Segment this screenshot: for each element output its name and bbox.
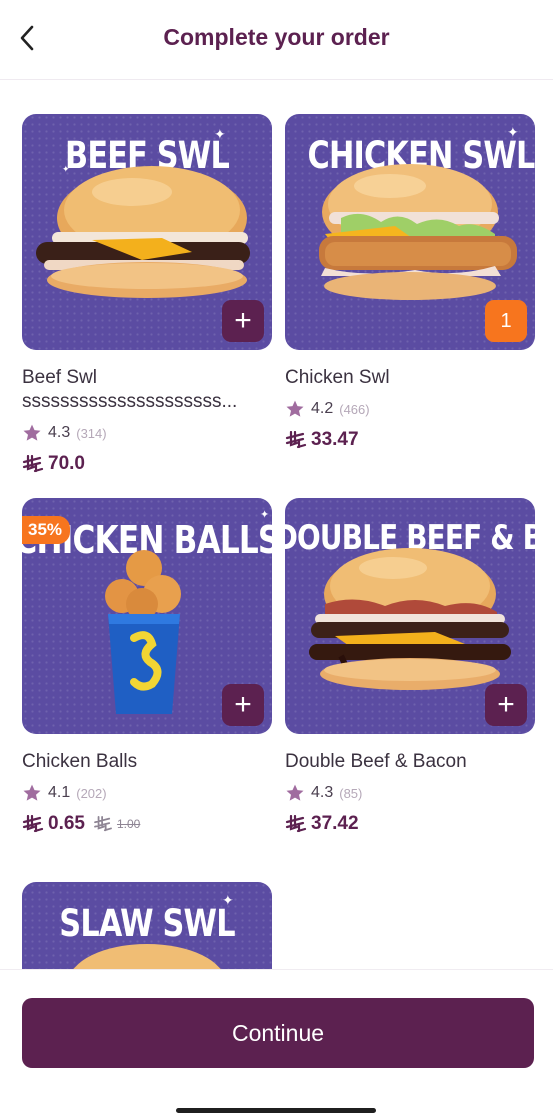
product-rating: 4.1 (202) — [22, 782, 272, 804]
star-icon — [23, 784, 41, 801]
riyal-currency-icon — [22, 815, 44, 833]
product-image-chicken-swl[interactable]: CHICKEN SWL ✦ 1 — [285, 114, 535, 350]
page-title: Complete your order — [163, 24, 390, 50]
product-rating: 4.2 (466) — [285, 398, 535, 420]
product-rating: 4.3 (314) — [22, 422, 272, 444]
product-image-slaw-swl[interactable]: SLAW SWL ✦ — [22, 882, 272, 969]
star-icon — [286, 784, 304, 801]
riyal-currency-icon — [285, 431, 307, 449]
rating-value: 4.3 — [48, 424, 71, 441]
price-value: 37.42 — [311, 813, 359, 834]
product-card-beef-swl[interactable]: BEEF SWL ✦ ✦ + Beef Swl ssssssssssssssss… — [22, 114, 272, 476]
riyal-currency-icon — [285, 815, 307, 833]
rating-count: (466) — [339, 401, 370, 417]
product-rating: 4.3 (85) — [285, 782, 535, 804]
product-name: Beef Swl — [22, 367, 97, 388]
product-price: 70.0 — [22, 452, 272, 476]
product-grid[interactable]: BEEF SWL ✦ ✦ + Beef Swl ssssssssssssssss… — [0, 81, 553, 969]
product-image-chicken-balls[interactable]: CHICKEN BALLS ✦ 35% + — [22, 498, 272, 734]
rating-count: (85) — [339, 785, 363, 801]
rating-value: 4.1 — [48, 784, 71, 801]
product-description: sssssssssssssssssssss... — [22, 391, 238, 412]
price-value: 0.65 — [48, 813, 85, 834]
rating-count: (202) — [76, 785, 107, 801]
original-price: 1.00 — [93, 816, 140, 832]
home-indicator[interactable] — [176, 1108, 376, 1113]
product-image-double-beef-bacon[interactable]: DOUBLE BEEF & BACON + — [285, 498, 535, 734]
product-card-chicken-balls[interactable]: CHICKEN BALLS ✦ 35% + Chicken Balls 4.1 … — [22, 498, 272, 836]
product-price: 37.42 — [285, 812, 535, 836]
price-value: 33.47 — [311, 429, 359, 450]
product-card-chicken-swl[interactable]: CHICKEN SWL ✦ 1 Chicken Swl 4.2 (466) 33… — [285, 114, 535, 452]
riyal-currency-icon — [94, 816, 112, 832]
continue-button[interactable]: Continue — [22, 998, 534, 1068]
add-to-cart-button[interactable]: + — [222, 684, 264, 726]
footer-bar: Continue — [0, 969, 553, 1113]
product-name: Chicken Swl — [285, 367, 390, 388]
product-price: 33.47 — [285, 428, 535, 452]
cart-quantity-button[interactable]: 1 — [485, 300, 527, 342]
riyal-currency-icon — [22, 455, 44, 473]
slaw-burger-image — [73, 944, 221, 969]
product-name: Double Beef & Bacon — [285, 751, 467, 772]
add-to-cart-button[interactable]: + — [485, 684, 527, 726]
header-bar: Complete your order — [0, 0, 553, 80]
star-icon — [23, 424, 41, 441]
product-name: Chicken Balls — [22, 751, 138, 772]
product-card-slaw-swl[interactable]: SLAW SWL ✦ — [22, 882, 272, 969]
rating-value: 4.2 — [311, 400, 334, 417]
price-value: 70.0 — [48, 453, 85, 474]
add-to-cart-button[interactable]: + — [222, 300, 264, 342]
rating-count: (314) — [76, 425, 107, 441]
product-price: 0.65 1.00 — [22, 812, 272, 836]
product-card-double-beef-bacon[interactable]: DOUBLE BEEF & BACON + Double Beef & Baco… — [285, 498, 535, 836]
star-icon — [286, 400, 304, 417]
discount-badge: 35% — [22, 516, 71, 544]
rating-value: 4.3 — [311, 784, 334, 801]
original-price-value: 1.00 — [116, 817, 141, 831]
product-image-beef-swl[interactable]: BEEF SWL ✦ ✦ + — [22, 114, 272, 350]
